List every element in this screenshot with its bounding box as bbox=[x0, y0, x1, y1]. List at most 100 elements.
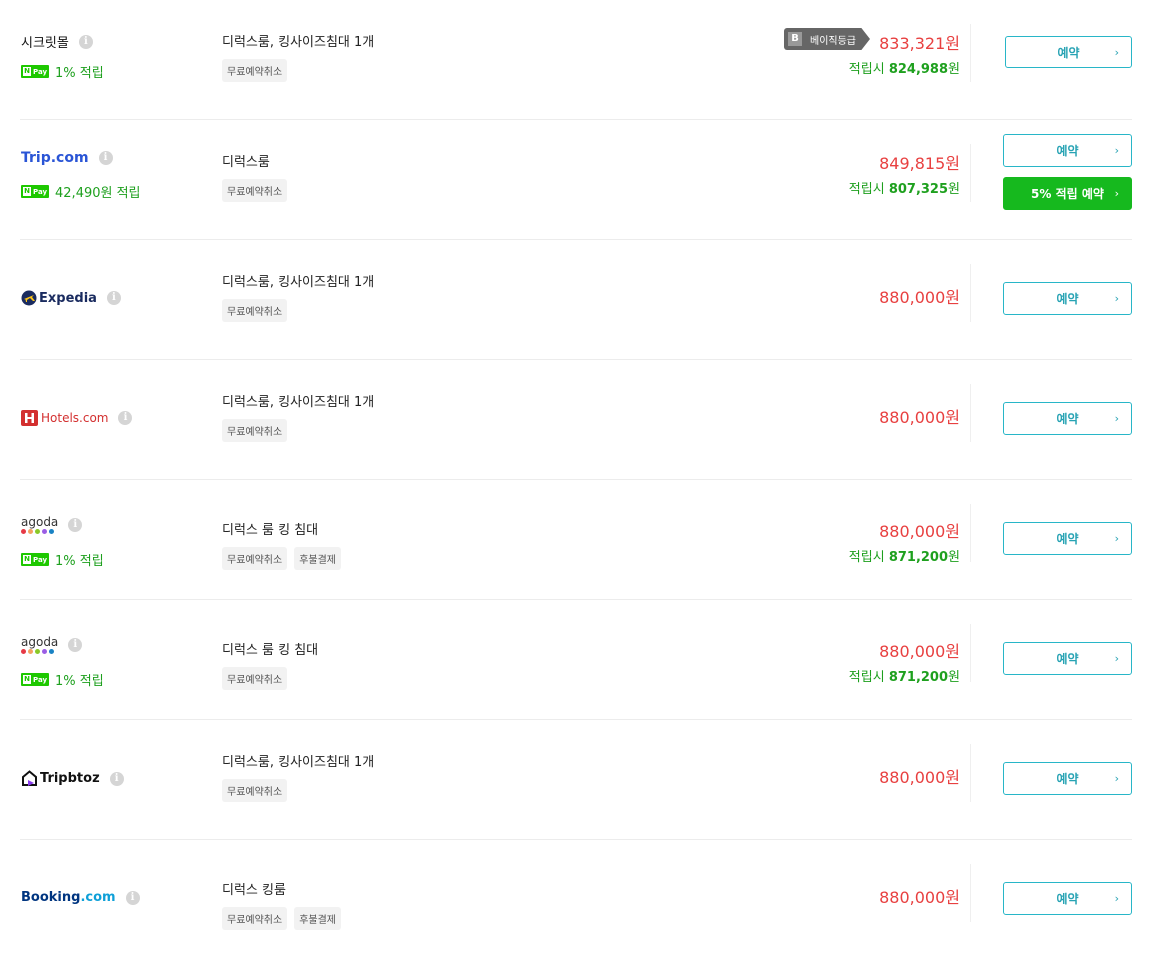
book-button[interactable]: 예약 › bbox=[1003, 134, 1132, 167]
divider bbox=[970, 264, 971, 322]
points-book-button[interactable]: 5% 적립 예약 › bbox=[1003, 177, 1132, 210]
chevron-right-icon: › bbox=[1114, 144, 1119, 157]
vendor-cell: 시크릿몰 i N Pay 1% 적립 bbox=[21, 0, 211, 119]
info-icon[interactable]: i bbox=[109, 771, 124, 786]
divider bbox=[970, 144, 971, 202]
agoda-logo: agoda bbox=[21, 516, 58, 534]
tripbtoz-logo: Tripbtoz bbox=[40, 771, 100, 786]
hotels-h-icon bbox=[21, 410, 38, 426]
price: 849,815원 bbox=[879, 154, 960, 173]
chevron-right-icon: › bbox=[1114, 187, 1119, 200]
booking-logo: Booking.com bbox=[21, 890, 116, 905]
info-icon[interactable]: i bbox=[68, 638, 83, 652]
points-text: 적립시 871,200원 bbox=[848, 670, 960, 685]
offer-row: Expedia i 디럭스룸, 킹사이즈침대 1개 무료예약취소 880,000… bbox=[20, 240, 1132, 360]
divider bbox=[970, 384, 971, 442]
price: 880,000원 bbox=[879, 642, 960, 661]
tag-free-cancel: 무료예약취소 bbox=[222, 59, 288, 82]
tag-free-cancel: 무료예약취소 bbox=[222, 779, 288, 802]
vendor-cell: Tripbtoz i bbox=[21, 720, 211, 839]
tag-free-cancel: 무료예약취소 bbox=[222, 907, 288, 930]
reward-text: 1% 적립 bbox=[55, 66, 104, 81]
expedia-plane-icon bbox=[21, 290, 37, 306]
room-name: 디럭스룸 bbox=[222, 155, 270, 170]
book-button[interactable]: 예약 › bbox=[1003, 762, 1132, 795]
offer-row: agoda i N Pay 1% 적립 디럭스 룸 킹 침대 무료예약취소 880… bbox=[20, 600, 1132, 720]
vendor-cell: Expedia i bbox=[21, 240, 211, 359]
room-name: 디럭스룸, 킹사이즈침대 1개 bbox=[222, 755, 375, 770]
divider bbox=[970, 744, 971, 802]
chevron-right-icon: › bbox=[1114, 292, 1119, 305]
offer-row: Booking.com i 디럭스 킹룸 무료예약취소 후불결제 880,000… bbox=[20, 840, 1132, 958]
info-icon[interactable]: i bbox=[78, 34, 93, 49]
divider bbox=[970, 24, 971, 82]
npay-icon: N Pay bbox=[21, 65, 50, 78]
tag-free-cancel: 무료예약취소 bbox=[222, 179, 288, 202]
divider bbox=[970, 624, 971, 682]
info-icon[interactable]: i bbox=[106, 291, 121, 305]
vendor-cell: Hotels.com i bbox=[21, 360, 211, 479]
points-text: 적립시 871,200원 bbox=[848, 550, 960, 565]
room-name: 디럭스룸, 킹사이즈침대 1개 bbox=[222, 275, 375, 290]
room-name: 디럭스 룸 킹 침대 bbox=[222, 643, 319, 658]
tag-free-cancel: 무료예약취소 bbox=[222, 547, 288, 570]
vendor-cell: agoda i N Pay 1% 적립 bbox=[21, 600, 211, 719]
offer-row: Trip.com i N Pay 42,490원 적립 디럭스룸 무료예약취소 8… bbox=[20, 120, 1132, 240]
points-text: 적립시 824,988원 bbox=[848, 62, 960, 77]
chevron-right-icon: › bbox=[1114, 652, 1119, 665]
price: 880,000원 bbox=[879, 522, 960, 541]
grade-text: 베이직등급 bbox=[810, 35, 856, 47]
expedia-logo: Expedia bbox=[39, 290, 97, 306]
reward-text: 42,490원 적립 bbox=[55, 186, 141, 201]
info-icon[interactable]: i bbox=[118, 411, 133, 425]
book-button[interactable]: 예약 › bbox=[1003, 282, 1132, 315]
book-button[interactable]: 예약 › bbox=[1005, 36, 1132, 68]
tripcom-logo: Trip.com bbox=[21, 150, 89, 166]
info-icon[interactable]: i bbox=[125, 890, 140, 905]
price: 880,000원 bbox=[879, 768, 960, 787]
offer-list: 시크릿몰 i N Pay 1% 적립 디럭스룸, 킹사이즈침대 1개 무료예약취소… bbox=[0, 0, 1152, 958]
chevron-right-icon: › bbox=[1114, 772, 1119, 785]
offer-row: Hotels.com i 디럭스룸, 킹사이즈침대 1개 무료예약취소 880,… bbox=[20, 360, 1132, 480]
npay-icon: N Pay bbox=[21, 553, 50, 566]
tag-free-cancel: 무료예약취소 bbox=[222, 667, 288, 690]
divider bbox=[970, 864, 971, 922]
price: 880,000원 bbox=[879, 888, 960, 907]
chevron-right-icon: › bbox=[1114, 45, 1119, 59]
book-button[interactable]: 예약 › bbox=[1003, 402, 1132, 435]
hotels-logo: Hotels.com bbox=[41, 411, 109, 425]
book-button[interactable]: 예약 › bbox=[1003, 642, 1132, 675]
vendor-name: 시크릿몰 bbox=[21, 36, 69, 51]
chevron-right-icon: › bbox=[1114, 412, 1119, 425]
offer-row: 시크릿몰 i N Pay 1% 적립 디럭스룸, 킹사이즈침대 1개 무료예약취소… bbox=[20, 0, 1132, 120]
book-button[interactable]: 예약 › bbox=[1003, 882, 1132, 915]
room-name: 디럭스 룸 킹 침대 bbox=[222, 523, 319, 538]
tag-pay-later: 후불결제 bbox=[294, 907, 342, 930]
grade-letter: B bbox=[788, 32, 802, 46]
chevron-right-icon: › bbox=[1114, 892, 1119, 905]
price: 880,000원 bbox=[879, 408, 960, 427]
points-text: 적립시 807,325원 bbox=[848, 182, 960, 197]
tag-free-cancel: 무료예약취소 bbox=[222, 419, 288, 442]
vendor-cell: Booking.com i bbox=[21, 840, 211, 958]
room-name: 디럭스룸, 킹사이즈침대 1개 bbox=[222, 395, 375, 410]
vendor-cell: Trip.com i N Pay 42,490원 적립 bbox=[21, 120, 211, 239]
chevron-right-icon: › bbox=[1114, 532, 1119, 545]
book-button[interactable]: 예약 › bbox=[1003, 522, 1132, 555]
info-icon[interactable]: i bbox=[98, 151, 113, 165]
grade-badge: B 베이직등급 bbox=[784, 28, 870, 50]
info-icon[interactable]: i bbox=[68, 518, 83, 532]
divider bbox=[970, 504, 971, 562]
reward-text: 1% 적립 bbox=[55, 674, 104, 689]
reward-text: 1% 적립 bbox=[55, 554, 104, 569]
offer-row: agoda i N Pay 1% 적립 디럭스 룸 킹 침대 무료예약취소 후불결… bbox=[20, 480, 1132, 600]
tripbtoz-house-icon bbox=[21, 770, 38, 787]
price: 833,321원 bbox=[879, 34, 960, 53]
agoda-dots-icon bbox=[21, 529, 58, 534]
tag-free-cancel: 무료예약취소 bbox=[222, 299, 288, 322]
agoda-logo: agoda bbox=[21, 636, 58, 654]
agoda-dots-icon bbox=[21, 649, 58, 654]
npay-icon: N Pay bbox=[21, 673, 50, 686]
vendor-cell: agoda i N Pay 1% 적립 bbox=[21, 480, 211, 599]
npay-icon: N Pay bbox=[21, 185, 50, 198]
